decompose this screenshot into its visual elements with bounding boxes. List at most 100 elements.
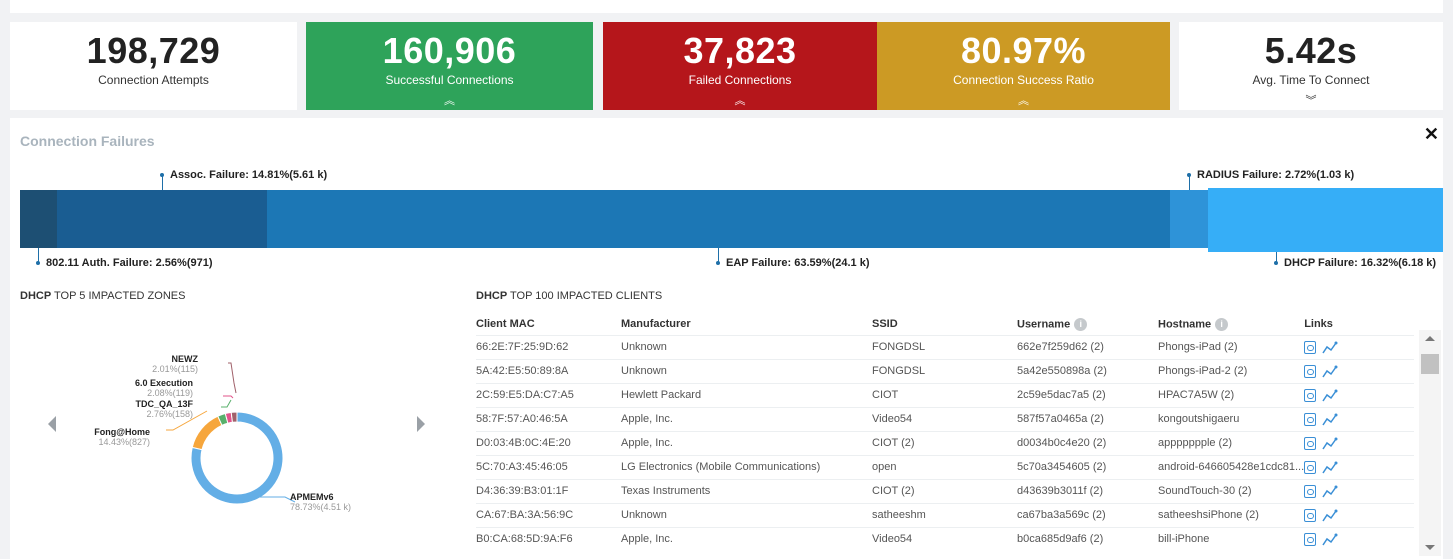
- client-mac-cell[interactable]: 66:2E:7F:25:9D:62: [476, 334, 621, 359]
- trend-chart-icon[interactable]: [1322, 389, 1338, 402]
- info-icon[interactable]: i: [1215, 317, 1229, 331]
- client-mac-cell[interactable]: D0:03:4B:0C:4E:20: [476, 430, 621, 455]
- ssid-cell: Video54: [872, 526, 1017, 551]
- client-mac-cell[interactable]: CA:67:BA:3A:56:9C: [476, 502, 621, 527]
- next-arrow-icon[interactable]: [417, 416, 425, 432]
- chevron-down-icon[interactable]: ︾: [1179, 96, 1443, 107]
- donut-slice-fong-home[interactable]: [191, 415, 223, 451]
- execution-leader: [223, 395, 234, 399]
- connection-attempts-tile[interactable]: 198,729 Connection Attempts: [10, 22, 297, 110]
- auth-failure-label[interactable]: 802.11 Auth. Failure: 2.56%(971): [36, 257, 213, 269]
- hostname-cell: Phongs-iPad (2): [1158, 334, 1305, 359]
- table-row[interactable]: D4:36:39:B3:01:1F Texas Instruments CIOT (…: [476, 478, 1415, 503]
- scroll-up-icon[interactable]: [1425, 336, 1435, 341]
- zone-label-fong[interactable]: Fong@Home 14.43%(827): [50, 427, 150, 447]
- ssid-cell: CIOT (2): [872, 430, 1017, 455]
- column-ssid[interactable]: SSID: [872, 314, 1017, 335]
- column-manufacturer[interactable]: Manufacturer: [621, 314, 872, 335]
- table-row[interactable]: 66:2E:7F:25:9D:62 Unknown FONGDSL 662e7f259…: [476, 334, 1415, 359]
- table-header-row: Client MAC Manufacturer SSID Username i H…: [476, 314, 1414, 335]
- column-client-mac[interactable]: Client MAC: [476, 314, 621, 335]
- metric-value: 37,823: [683, 30, 797, 71]
- zone-label-apmem[interactable]: APMEMv6 78.73%(4.51 k): [290, 492, 370, 512]
- client-report-icon[interactable]: [1304, 508, 1317, 522]
- table-row[interactable]: CA:67:BA:3A:56:9C Unknown satheeshm ca67ba3…: [476, 502, 1415, 527]
- table-row[interactable]: D0:03:4B:0C:4E:20 Apple, Inc. CIOT (2) d003…: [476, 430, 1415, 455]
- client-mac-cell[interactable]: 5C:70:A3:45:46:05: [476, 454, 621, 479]
- donut-slice-newz[interactable]: [230, 411, 238, 423]
- eap-failure-label[interactable]: EAP Failure: 63.59%(24.1 k): [716, 257, 869, 269]
- table-row[interactable]: 5A:42:E5:50:89:8A Unknown FONGDSL 5a42e5508…: [476, 358, 1415, 383]
- scrollbar-thumb[interactable]: [1421, 354, 1439, 374]
- dhcp-failure-label[interactable]: DHCP Failure: 16.32%(6.18 k): [1274, 257, 1436, 269]
- table-row[interactable]: 58:7F:57:A0:46:5A Apple, Inc. Video54 587f5…: [476, 406, 1415, 431]
- zone-label-tdc[interactable]: TDC_QA_13F 2.76%(158): [83, 399, 193, 419]
- manufacturer-cell: Unknown: [621, 358, 872, 383]
- failure-segment-radius[interactable]: [1170, 190, 1208, 248]
- metric-label: Connection Attempts: [98, 73, 209, 87]
- zone-label-execution[interactable]: 6.0 Execution 2.08%(119): [83, 378, 193, 398]
- failure-segment-eap[interactable]: [267, 190, 1170, 248]
- trend-chart-icon[interactable]: [1322, 413, 1338, 426]
- column-username[interactable]: Username i: [1017, 314, 1158, 335]
- metric-value: 5.42s: [1264, 30, 1358, 71]
- client-mac-cell[interactable]: 58:7F:57:A0:46:5A: [476, 406, 621, 431]
- radius-failure-label[interactable]: RADIUS Failure: 2.72%(1.03 k): [1187, 169, 1354, 181]
- assoc-failure-label[interactable]: Assoc. Failure: 14.81%(5.61 k): [160, 169, 327, 181]
- successful-connections-tile[interactable]: 160,906 Successful Connections ︽: [306, 22, 593, 110]
- scroll-down-icon[interactable]: [1425, 545, 1435, 550]
- manufacturer-cell: Unknown: [621, 502, 872, 527]
- failure-segment-assoc[interactable]: [57, 190, 267, 248]
- table-scrollbar[interactable]: [1419, 330, 1441, 556]
- client-mac-cell[interactable]: 5A:42:E5:50:89:8A: [476, 358, 621, 383]
- username-cell: d43639b3011f (2): [1017, 478, 1158, 503]
- client-report-icon[interactable]: [1304, 460, 1317, 474]
- avg-time-tile[interactable]: 5.42s Avg. Time To Connect ︾: [1179, 22, 1443, 110]
- metric-value: 80.97%: [960, 30, 1087, 71]
- trend-chart-icon[interactable]: [1322, 341, 1338, 354]
- client-report-icon[interactable]: [1304, 412, 1317, 426]
- chevron-up-icon[interactable]: ︽: [603, 96, 877, 107]
- trend-chart-icon[interactable]: [1322, 437, 1338, 450]
- failure-segment-dhcp[interactable]: [1208, 188, 1443, 252]
- metric-value: 198,729: [86, 30, 221, 71]
- metric-label: Failed Connections: [688, 73, 792, 87]
- links-cell: [1304, 358, 1415, 383]
- client-report-icon[interactable]: [1304, 364, 1317, 378]
- trend-chart-icon[interactable]: [1322, 485, 1338, 498]
- trend-chart-icon[interactable]: [1322, 533, 1338, 546]
- table-row[interactable]: B0:CA:68:5D:9A:F6 Apple, Inc. Video54 b0ca6…: [476, 526, 1415, 551]
- zones-title: DHCP TOP 5 IMPACTED ZONES: [20, 290, 186, 302]
- zone-label-newz[interactable]: NEWZ 2.01%(115): [138, 354, 198, 374]
- trend-chart-icon[interactable]: [1322, 461, 1338, 474]
- info-icon[interactable]: i: [1074, 317, 1088, 331]
- links-cell: [1304, 382, 1415, 407]
- client-report-icon[interactable]: [1304, 388, 1317, 402]
- client-mac-cell[interactable]: B0:CA:68:5D:9A:F6: [476, 526, 621, 551]
- table-row[interactable]: 5C:70:A3:45:46:05 LG Electronics (Mobile …: [476, 454, 1415, 479]
- client-report-icon[interactable]: [1304, 340, 1317, 354]
- hostname-cell: Phongs-iPad-2 (2): [1158, 358, 1305, 383]
- trend-chart-icon[interactable]: [1322, 365, 1338, 378]
- ssid-cell: CIOT: [872, 382, 1017, 407]
- chevron-up-icon[interactable]: ︽: [306, 96, 593, 107]
- clients-title: DHCP TOP 100 IMPACTED CLIENTS: [476, 290, 663, 302]
- manufacturer-cell: Apple, Inc.: [621, 526, 872, 551]
- client-report-icon[interactable]: [1304, 532, 1317, 546]
- client-report-icon[interactable]: [1304, 436, 1317, 450]
- client-report-icon[interactable]: [1304, 484, 1317, 498]
- links-cell: [1304, 430, 1415, 455]
- client-mac-cell[interactable]: 2C:59:E5:DA:C7:A5: [476, 382, 621, 407]
- failure-segment-80211-auth[interactable]: [20, 190, 57, 248]
- failed-connections-tile[interactable]: 37,823 Failed Connections ︽: [603, 22, 877, 110]
- table-row[interactable]: 2C:59:E5:DA:C7:A5 Hewlett Packard CIOT 2c59…: [476, 382, 1415, 407]
- metric-tiles: 198,729 Connection Attempts 160,906 Succ…: [10, 22, 1443, 110]
- success-ratio-tile[interactable]: 80.97% Connection Success Ratio ︽: [877, 22, 1170, 110]
- client-mac-cell[interactable]: D4:36:39:B3:01:1F: [476, 478, 621, 503]
- column-hostname[interactable]: Hostname i: [1158, 314, 1304, 335]
- connection-failures-panel: Connection Failures ✕ Assoc. Failure: 14…: [10, 118, 1443, 559]
- trend-chart-icon[interactable]: [1322, 509, 1338, 522]
- chevron-up-icon[interactable]: ︽: [877, 96, 1170, 107]
- metric-label: Connection Success Ratio: [953, 73, 1094, 87]
- close-icon[interactable]: ✕: [1424, 124, 1439, 145]
